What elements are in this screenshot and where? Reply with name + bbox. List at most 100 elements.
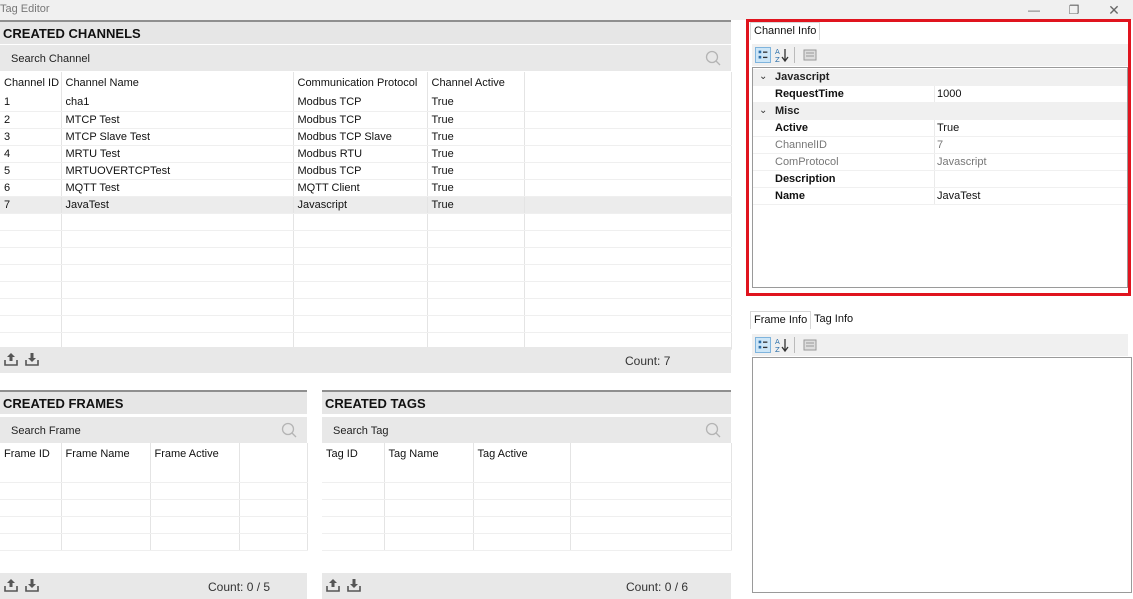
channel-name-cell: MTCP Test xyxy=(61,111,294,129)
tags-header: CREATED TAGS xyxy=(322,390,731,414)
tag-search-input[interactable] xyxy=(322,417,731,444)
property-row[interactable]: ChannelID 7 xyxy=(753,137,1127,154)
frames-footer: Count: 0 / 5 xyxy=(0,573,307,599)
empty-row xyxy=(0,264,732,282)
property-value[interactable]: Javascript xyxy=(937,156,987,168)
property-category[interactable]: ⌄ Misc xyxy=(753,103,1127,120)
property-value[interactable]: 1000 xyxy=(937,88,961,100)
protocol-cell: Javascript xyxy=(293,196,428,214)
channel-active-cell: True xyxy=(427,111,525,129)
search-icon[interactable] xyxy=(705,422,721,438)
filler-cell xyxy=(524,111,732,129)
channel-name-cell: MRTUOVERTCPTest xyxy=(61,162,294,180)
tab-channel-info[interactable]: Channel Info xyxy=(750,22,821,40)
table-row[interactable]: 5 MRTUOVERTCPTest Modbus TCP True xyxy=(0,162,732,180)
column-header-channel-active[interactable]: Channel Active xyxy=(427,72,525,94)
property-row[interactable]: Active True xyxy=(753,120,1127,137)
category-label: Javascript xyxy=(775,71,830,83)
categorized-icon[interactable] xyxy=(755,47,771,63)
download-icon[interactable] xyxy=(346,577,362,593)
maximize-button[interactable]: ❐ xyxy=(1054,0,1094,20)
table-row[interactable]: 1 cha1 Modbus TCP True xyxy=(0,94,732,112)
svg-text:Z: Z xyxy=(775,56,780,63)
frames-panel: CREATED FRAMES Frame ID Frame Name Frame… xyxy=(0,390,308,599)
channel-search-input[interactable] xyxy=(0,45,731,72)
column-header-tag-name[interactable]: Tag Name xyxy=(384,443,474,465)
property-pages-icon[interactable] xyxy=(802,337,818,353)
property-row[interactable]: Description xyxy=(753,171,1127,188)
empty-row xyxy=(0,533,308,551)
empty-row xyxy=(322,516,732,534)
minimize-button[interactable]: — xyxy=(1014,0,1054,20)
empty-row xyxy=(0,465,308,483)
tags-count: Count: 0 / 6 xyxy=(626,580,689,594)
upload-icon[interactable] xyxy=(3,577,19,593)
column-header-channel-name[interactable]: Channel Name xyxy=(61,72,294,94)
category-label: Misc xyxy=(775,105,800,117)
table-row[interactable]: 2 MTCP Test Modbus TCP True xyxy=(0,111,732,129)
property-name: Active xyxy=(775,122,809,134)
table-row[interactable]: 4 MRTU Test Modbus RTU True xyxy=(0,145,732,163)
column-header-filler xyxy=(239,443,308,465)
filler-cell xyxy=(524,145,732,163)
property-name: ComProtocol xyxy=(775,156,839,168)
property-category[interactable]: ⌄ Javascript xyxy=(753,69,1127,86)
chevron-down-icon[interactable]: ⌄ xyxy=(759,105,767,116)
close-button[interactable]: ✕ xyxy=(1094,0,1133,20)
column-header-tag-id[interactable]: Tag ID xyxy=(322,443,385,465)
channel-info-toolbar: AZ xyxy=(752,44,1128,66)
tags-footer: Count: 0 / 6 xyxy=(322,573,731,599)
column-header-frame-id[interactable]: Frame ID xyxy=(0,443,62,465)
search-icon[interactable] xyxy=(281,422,297,438)
channel-id-cell: 2 xyxy=(0,111,62,129)
empty-row xyxy=(0,247,732,265)
column-header-protocol[interactable]: Communication Protocol xyxy=(293,72,428,94)
column-header-frame-name[interactable]: Frame Name xyxy=(61,443,151,465)
column-header-tag-active[interactable]: Tag Active xyxy=(473,443,571,465)
protocol-cell: Modbus TCP xyxy=(293,94,428,112)
empty-row xyxy=(0,482,308,500)
filler-cell xyxy=(524,128,732,146)
column-header-frame-active[interactable]: Frame Active xyxy=(150,443,240,465)
empty-row xyxy=(0,230,732,248)
sort-alpha-icon[interactable]: AZ xyxy=(774,47,790,63)
property-value[interactable]: JavaTest xyxy=(937,190,980,202)
upload-icon[interactable] xyxy=(3,351,19,367)
sort-alpha-icon[interactable]: AZ xyxy=(774,337,790,353)
column-header-channel-id[interactable]: Channel ID xyxy=(0,72,62,94)
frame-search-input[interactable] xyxy=(0,417,307,444)
property-value[interactable]: 7 xyxy=(937,139,943,151)
property-row[interactable]: RequestTime 1000 xyxy=(753,86,1127,103)
property-row[interactable]: Name JavaTest xyxy=(753,188,1127,205)
channel-active-cell: True xyxy=(427,145,525,163)
table-row[interactable]: 3 MTCP Slave Test Modbus TCP Slave True xyxy=(0,128,732,146)
search-icon[interactable] xyxy=(705,50,721,66)
channel-id-cell: 7 xyxy=(0,196,62,214)
property-pages-icon[interactable] xyxy=(802,47,818,63)
property-value[interactable]: True xyxy=(937,122,959,134)
tab-frame-info[interactable]: Frame Info xyxy=(750,311,812,329)
tag-search-bar xyxy=(322,416,731,444)
empty-row xyxy=(0,499,308,517)
frame-info-toolbar: AZ xyxy=(752,334,1128,356)
svg-text:A: A xyxy=(775,48,780,56)
upload-icon[interactable] xyxy=(325,577,341,593)
channel-name-cell: MTCP Slave Test xyxy=(61,128,294,146)
table-row[interactable]: 7 JavaTest Javascript True xyxy=(0,196,732,214)
frames-count: Count: 0 / 5 xyxy=(208,580,271,594)
property-row[interactable]: ComProtocol Javascript xyxy=(753,154,1127,171)
tab-tag-info[interactable]: Tag Info xyxy=(811,311,856,329)
channel-active-cell: True xyxy=(427,128,525,146)
table-row[interactable]: 6 MQTT Test MQTT Client True xyxy=(0,179,732,197)
filler-cell xyxy=(524,162,732,180)
protocol-cell: Modbus TCP xyxy=(293,162,428,180)
channel-info-tabstrip: Channel Info xyxy=(750,22,1130,40)
empty-row xyxy=(0,298,732,316)
property-name: Description xyxy=(775,173,836,185)
protocol-cell: Modbus TCP xyxy=(293,111,428,129)
chevron-down-icon[interactable]: ⌄ xyxy=(759,71,767,82)
download-icon[interactable] xyxy=(24,577,40,593)
svg-text:Z: Z xyxy=(775,346,780,353)
download-icon[interactable] xyxy=(24,351,40,367)
categorized-icon[interactable] xyxy=(755,337,771,353)
